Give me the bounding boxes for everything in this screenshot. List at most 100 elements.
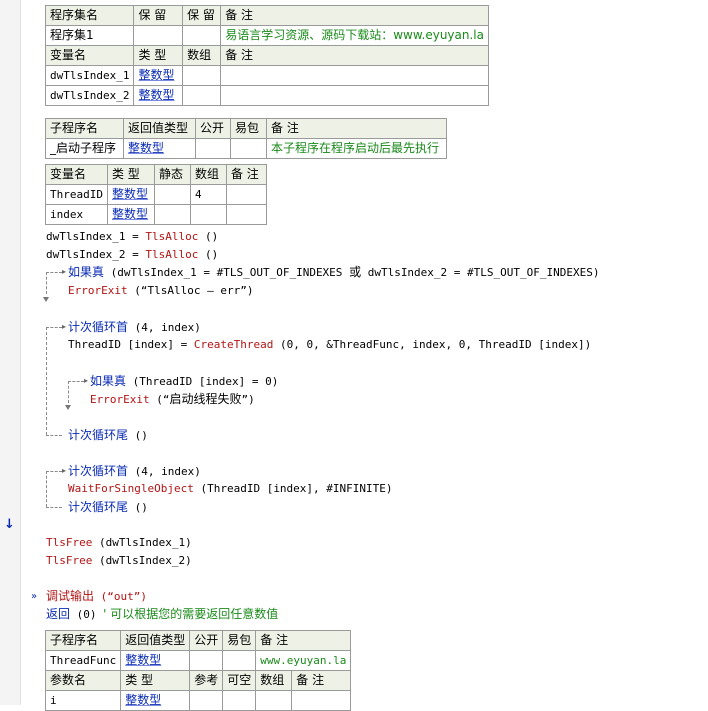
cell[interactable]	[189, 690, 224, 711]
flow-guide	[46, 327, 62, 328]
code-line[interactable]: 如果真 (dwTlsIndex_1 = #TLS_OUT_OF_INDEXES …	[68, 265, 600, 280]
code-line[interactable]: ErrorExit (“TlsAlloc — err”)	[68, 284, 253, 298]
flow-guide	[68, 381, 69, 403]
array-size[interactable]: 4	[189, 184, 227, 205]
param-type[interactable]: 整数型	[120, 690, 191, 711]
subroutine-row[interactable]: ThreadFunc 整数型 www.eyuyan.la	[44, 650, 352, 671]
header-cell: 备 注	[225, 164, 268, 185]
return-type[interactable]: 整数型	[120, 650, 191, 671]
function-call: TlsFree	[46, 554, 93, 567]
subroutine-name[interactable]: _启动子程序	[45, 138, 124, 159]
keyword: 计次循环尾	[68, 428, 129, 442]
code-line[interactable]: 计次循环尾 ()	[68, 500, 148, 515]
subroutine-name[interactable]: ThreadFunc	[44, 650, 122, 671]
var-name[interactable]: dwTlsIndex_2	[44, 85, 135, 106]
cell[interactable]	[153, 204, 191, 225]
code-line[interactable]: 计次循环尾 ()	[68, 428, 148, 443]
var-name[interactable]: ThreadID	[45, 184, 108, 205]
flow-arrow-icon: ▸	[62, 267, 67, 276]
double-chevron-icon: »	[31, 591, 38, 602]
cell[interactable]	[182, 85, 222, 106]
header-cell: 变量名	[44, 45, 135, 66]
keyword: 调试输出	[46, 589, 95, 603]
subroutine-remark[interactable]: 本子程序在程序启动后最先执行	[266, 138, 447, 159]
header-cell: 备 注	[220, 5, 489, 26]
cell[interactable]	[153, 184, 191, 205]
cell[interactable]	[220, 85, 489, 106]
cell[interactable]	[291, 690, 352, 711]
var-name[interactable]: index	[45, 204, 108, 225]
cell[interactable]	[133, 25, 184, 46]
flow-guide	[46, 507, 62, 508]
header-cell: 参考	[189, 670, 224, 691]
param-name[interactable]: i	[44, 690, 122, 711]
return-type[interactable]: 整数型	[123, 138, 196, 159]
cell[interactable]	[189, 204, 227, 225]
flow-guide	[46, 435, 62, 436]
function-call: TlsAlloc	[145, 230, 199, 243]
header-cell: 可空	[222, 670, 257, 691]
local-var-row[interactable]: ThreadID 整数型 4	[45, 184, 268, 205]
flow-guide	[46, 327, 47, 435]
cell[interactable]	[255, 690, 293, 711]
flow-guide	[46, 471, 47, 507]
cell[interactable]	[189, 650, 224, 671]
var-row[interactable]: dwTlsIndex_1 整数型	[44, 65, 489, 86]
comment: ' 可以根据您的需要返回任意数值	[103, 607, 279, 621]
flow-arrow-icon	[65, 405, 71, 410]
cell[interactable]	[230, 138, 267, 159]
param-row[interactable]: i 整数型	[44, 690, 352, 711]
assembly-name[interactable]: 程序集1	[44, 25, 135, 46]
code-line[interactable]: ErrorExit (“启动线程失败”)	[90, 392, 255, 407]
code-line[interactable]: 如果真 (ThreadID [index] = 0)	[90, 374, 278, 389]
code-line[interactable]: 返回 (0) ' 可以根据您的需要返回任意数值	[46, 607, 278, 622]
down-arrow-icon[interactable]: ↓	[4, 518, 15, 531]
cell[interactable]	[220, 65, 489, 86]
var-name[interactable]: dwTlsIndex_1	[44, 65, 135, 86]
code-line[interactable]: TlsFree (dwTlsIndex_1)	[46, 536, 192, 550]
var-type[interactable]: 整数型	[106, 184, 155, 205]
header-cell: 静态	[153, 164, 191, 185]
keyword: 如果真	[90, 374, 127, 388]
var-row[interactable]: dwTlsIndex_2 整数型	[44, 85, 489, 106]
subroutine-remark[interactable]: www.eyuyan.la	[255, 650, 352, 671]
var-type[interactable]: 整数型	[106, 204, 155, 225]
keyword: 计次循环尾	[68, 500, 129, 514]
assembly-row[interactable]: 程序集1 易语言学习资源、源码下载站：www.eyuyan.la	[44, 25, 489, 46]
code-line[interactable]: ThreadID [index] = CreateThread (0, 0, &…	[68, 338, 591, 352]
subroutine-table: 子程序名 返回值类型 公开 易包 备 注 ThreadFunc 整数型 www.…	[44, 630, 352, 711]
var-type[interactable]: 整数型	[133, 65, 184, 86]
cell[interactable]	[225, 184, 268, 205]
cell[interactable]	[195, 138, 231, 159]
assembly-table: 程序集名 保 留 保 留 备 注 程序集1 易语言学习资源、源码下载站：www.…	[44, 5, 489, 106]
code-line[interactable]: dwTlsIndex_1 = TlsAlloc ()	[46, 230, 218, 244]
subroutine-row[interactable]: _启动子程序 整数型 本子程序在程序启动后最先执行	[45, 138, 447, 159]
code-line[interactable]: dwTlsIndex_2 = TlsAlloc ()	[46, 248, 218, 262]
function-call: WaitForSingleObject	[68, 482, 194, 495]
header-cell: 参数名	[44, 670, 122, 691]
header-cell: 数组	[182, 45, 222, 66]
code-line[interactable]: WaitForSingleObject (ThreadID [index], #…	[68, 482, 393, 496]
var-header-row: 变量名 类 型 数组 备 注	[44, 45, 489, 66]
code-line[interactable]: 调试输出 (“out”)	[46, 589, 147, 604]
cell[interactable]	[222, 650, 257, 671]
code-line[interactable]: TlsFree (dwTlsIndex_2)	[46, 554, 192, 568]
assembly-remark[interactable]: 易语言学习资源、源码下载站：www.eyuyan.la	[220, 25, 489, 46]
flow-arrow-icon: ▸	[62, 466, 67, 475]
cell[interactable]	[182, 65, 222, 86]
header-cell: 备 注	[255, 630, 352, 651]
local-vars-header-row: 变量名 类 型 静态 数组 备 注	[45, 164, 268, 185]
local-var-row[interactable]: index 整数型	[45, 204, 268, 225]
header-cell: 数组	[189, 164, 227, 185]
header-cell: 程序集名	[44, 5, 135, 26]
function-call: ErrorExit	[68, 284, 128, 297]
cell[interactable]	[182, 25, 222, 46]
cell[interactable]	[225, 204, 268, 225]
keyword: 计次循环首	[68, 320, 129, 334]
code-line[interactable]: 计次循环首 (4, index)	[68, 464, 201, 479]
subroutine-table: 子程序名 返回值类型 公开 易包 备 注 _启动子程序 整数型 本子程序在程序启…	[45, 118, 447, 159]
var-type[interactable]: 整数型	[133, 85, 184, 106]
code-line[interactable]: 计次循环首 (4, index)	[68, 320, 201, 335]
header-cell: 类 型	[106, 164, 155, 185]
cell[interactable]	[222, 690, 257, 711]
